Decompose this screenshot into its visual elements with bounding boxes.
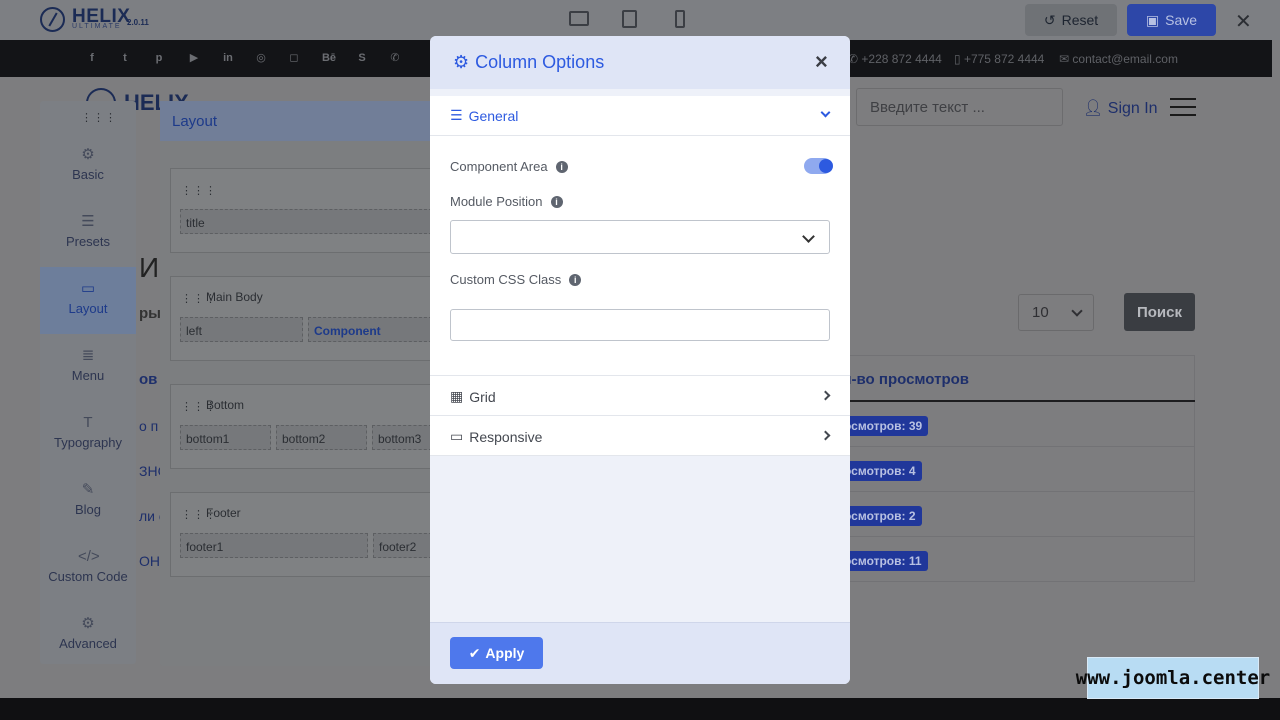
info-icon: i: [555, 160, 568, 173]
layout-column[interactable]: bottom2: [276, 425, 367, 450]
views-badge: осмотров: 11: [838, 551, 928, 571]
contact-phone-2: ▯ +775 872 4444: [954, 52, 1045, 66]
tablet-view-icon[interactable]: [622, 10, 637, 28]
close-icon[interactable]: ✕: [1235, 9, 1252, 34]
helix-logo-icon: [40, 7, 65, 32]
behance-icon[interactable]: Bē: [320, 51, 338, 65]
contact-phone-1: ✆ +228 872 4444: [848, 52, 942, 66]
table-header-views: л-во просмотров: [842, 371, 969, 388]
dribbble-icon[interactable]: ◎: [254, 51, 268, 65]
skype-icon[interactable]: S: [355, 51, 369, 65]
table-row-fragment[interactable]: ОН: [139, 553, 160, 569]
info-icon: i: [569, 273, 582, 286]
accordion-responsive-label[interactable]: ▭ Responsive: [450, 428, 542, 445]
table-row-divider: [830, 446, 1195, 447]
apply-button[interactable]: ✔ Apply: [450, 637, 543, 669]
menu-list-icon: ≣: [81, 347, 95, 364]
table-row-divider: [830, 491, 1195, 492]
helix-logo-sub: ULTIMATE: [72, 23, 122, 30]
layout-column-component[interactable]: Component: [308, 317, 432, 342]
save-label: Save: [1165, 12, 1198, 28]
search-submit-button[interactable]: Поиск: [1124, 293, 1195, 331]
pinterest-icon[interactable]: p: [152, 51, 166, 65]
reset-button[interactable]: ↺ Reset: [1025, 4, 1117, 36]
component-area-toggle[interactable]: [804, 158, 833, 174]
layout-column[interactable]: left: [180, 317, 303, 342]
sign-in-link[interactable]: 👤︎ Sign In: [1083, 98, 1158, 118]
layout-column[interactable]: bottom1: [180, 425, 271, 450]
row-drag-icon[interactable]: ⋮⋮⋮: [181, 184, 217, 197]
views-badge: осмотров: 4: [838, 461, 922, 481]
twitter-icon[interactable]: t: [118, 51, 132, 65]
layout-column[interactable]: title: [180, 209, 432, 234]
per-page-select[interactable]: 10: [1018, 294, 1094, 331]
table-col-fragment: ов: [139, 371, 158, 388]
component-area-label: Component Area i: [450, 159, 568, 174]
row-label: Bottom: [206, 398, 245, 412]
row-label: Footer: [206, 506, 241, 520]
code-icon: </>: [78, 548, 100, 565]
sidebar-item-advanced[interactable]: ⚙ Advanced: [40, 602, 136, 662]
modal-title: ⚙ Column Options: [453, 52, 605, 72]
instagram-icon[interactable]: ◻: [287, 51, 301, 65]
sidebar-item-presets[interactable]: ☰ Presets: [40, 200, 136, 267]
typography-icon: T: [83, 414, 93, 431]
reset-label: Reset: [1061, 12, 1099, 28]
sidebar-item-custom-code[interactable]: </> Custom Code: [40, 535, 136, 602]
helix-version: 2.0.11: [127, 18, 149, 27]
page-heading-fragment: И: [139, 252, 160, 283]
sidebar-item-basic[interactable]: ⚙ Basic: [40, 133, 136, 200]
sliders-icon: ☰: [81, 213, 95, 230]
facebook-icon[interactable]: f: [85, 51, 99, 65]
youtube-icon[interactable]: ▶: [187, 51, 201, 65]
hamburger-menu-icon[interactable]: [1170, 98, 1196, 116]
user-icon: 👤︎: [1083, 100, 1104, 117]
sidebar-item-typography[interactable]: T Typography: [40, 401, 136, 468]
module-position-label: Module Position i: [450, 194, 563, 209]
advanced-icon: ⚙: [81, 615, 95, 632]
page-subheading-fragment: ры: [139, 305, 161, 322]
layout-column[interactable]: footer2: [373, 533, 432, 558]
views-badge: осмотров: 39: [838, 416, 929, 436]
sidebar-item-layout[interactable]: ▭ Layout: [40, 267, 136, 334]
check-icon: ✔: [468, 644, 481, 661]
site-search-input[interactable]: Введите текст ...: [856, 88, 1063, 126]
info-icon: i: [550, 195, 563, 208]
custom-css-input[interactable]: [450, 309, 830, 341]
layout-icon: ▭: [80, 280, 96, 297]
save-button[interactable]: ▣ Save: [1127, 4, 1216, 36]
grid-icon: ▦: [450, 388, 464, 404]
save-icon: ▣: [1145, 11, 1160, 28]
layout-panel-title: Layout: [172, 113, 218, 130]
contact-email: ✉ contact@email.com: [1059, 52, 1178, 66]
table-header-divider: [830, 400, 1195, 402]
whatsapp-icon[interactable]: ✆: [388, 51, 402, 65]
mobile-view-icon[interactable]: [675, 10, 685, 28]
blog-icon: ✎: [81, 481, 95, 498]
column-options-modal: ⚙ Column Options × ☰ General Component A…: [430, 36, 850, 684]
accordion-general-label[interactable]: ☰ General: [450, 107, 518, 124]
sliders-icon: ☰: [450, 107, 463, 123]
custom-css-label: Custom CSS Class i: [450, 272, 582, 287]
modal-close-icon[interactable]: ×: [815, 49, 828, 75]
gear-icon: ⚙: [81, 146, 95, 163]
module-position-select[interactable]: [450, 220, 830, 254]
sidebar-item-menu[interactable]: ≣ Menu: [40, 334, 136, 401]
layout-column[interactable]: footer1: [180, 533, 368, 558]
site-footer-strip: [0, 698, 1280, 720]
table-row-fragment[interactable]: о п: [139, 418, 158, 434]
laptop-icon: ▭: [450, 428, 464, 444]
gear-icon: ⚙: [453, 52, 470, 72]
watermark-badge: www.joomla.center: [1076, 657, 1270, 699]
row-label: Main Body: [206, 290, 263, 304]
layout-column[interactable]: bottom3: [372, 425, 432, 450]
views-badge: осмотров: 2: [838, 506, 922, 526]
drag-handle-icon[interactable]: ⋮⋮⋮: [81, 111, 117, 124]
linkedin-icon[interactable]: in: [221, 51, 235, 65]
accordion-grid-label[interactable]: ▦ Grid: [450, 388, 496, 405]
desktop-view-icon[interactable]: [569, 11, 589, 26]
sidebar-item-blog[interactable]: ✎ Blog: [40, 468, 136, 535]
table-row-divider: [830, 536, 1195, 537]
reset-icon: ↺: [1043, 11, 1056, 28]
